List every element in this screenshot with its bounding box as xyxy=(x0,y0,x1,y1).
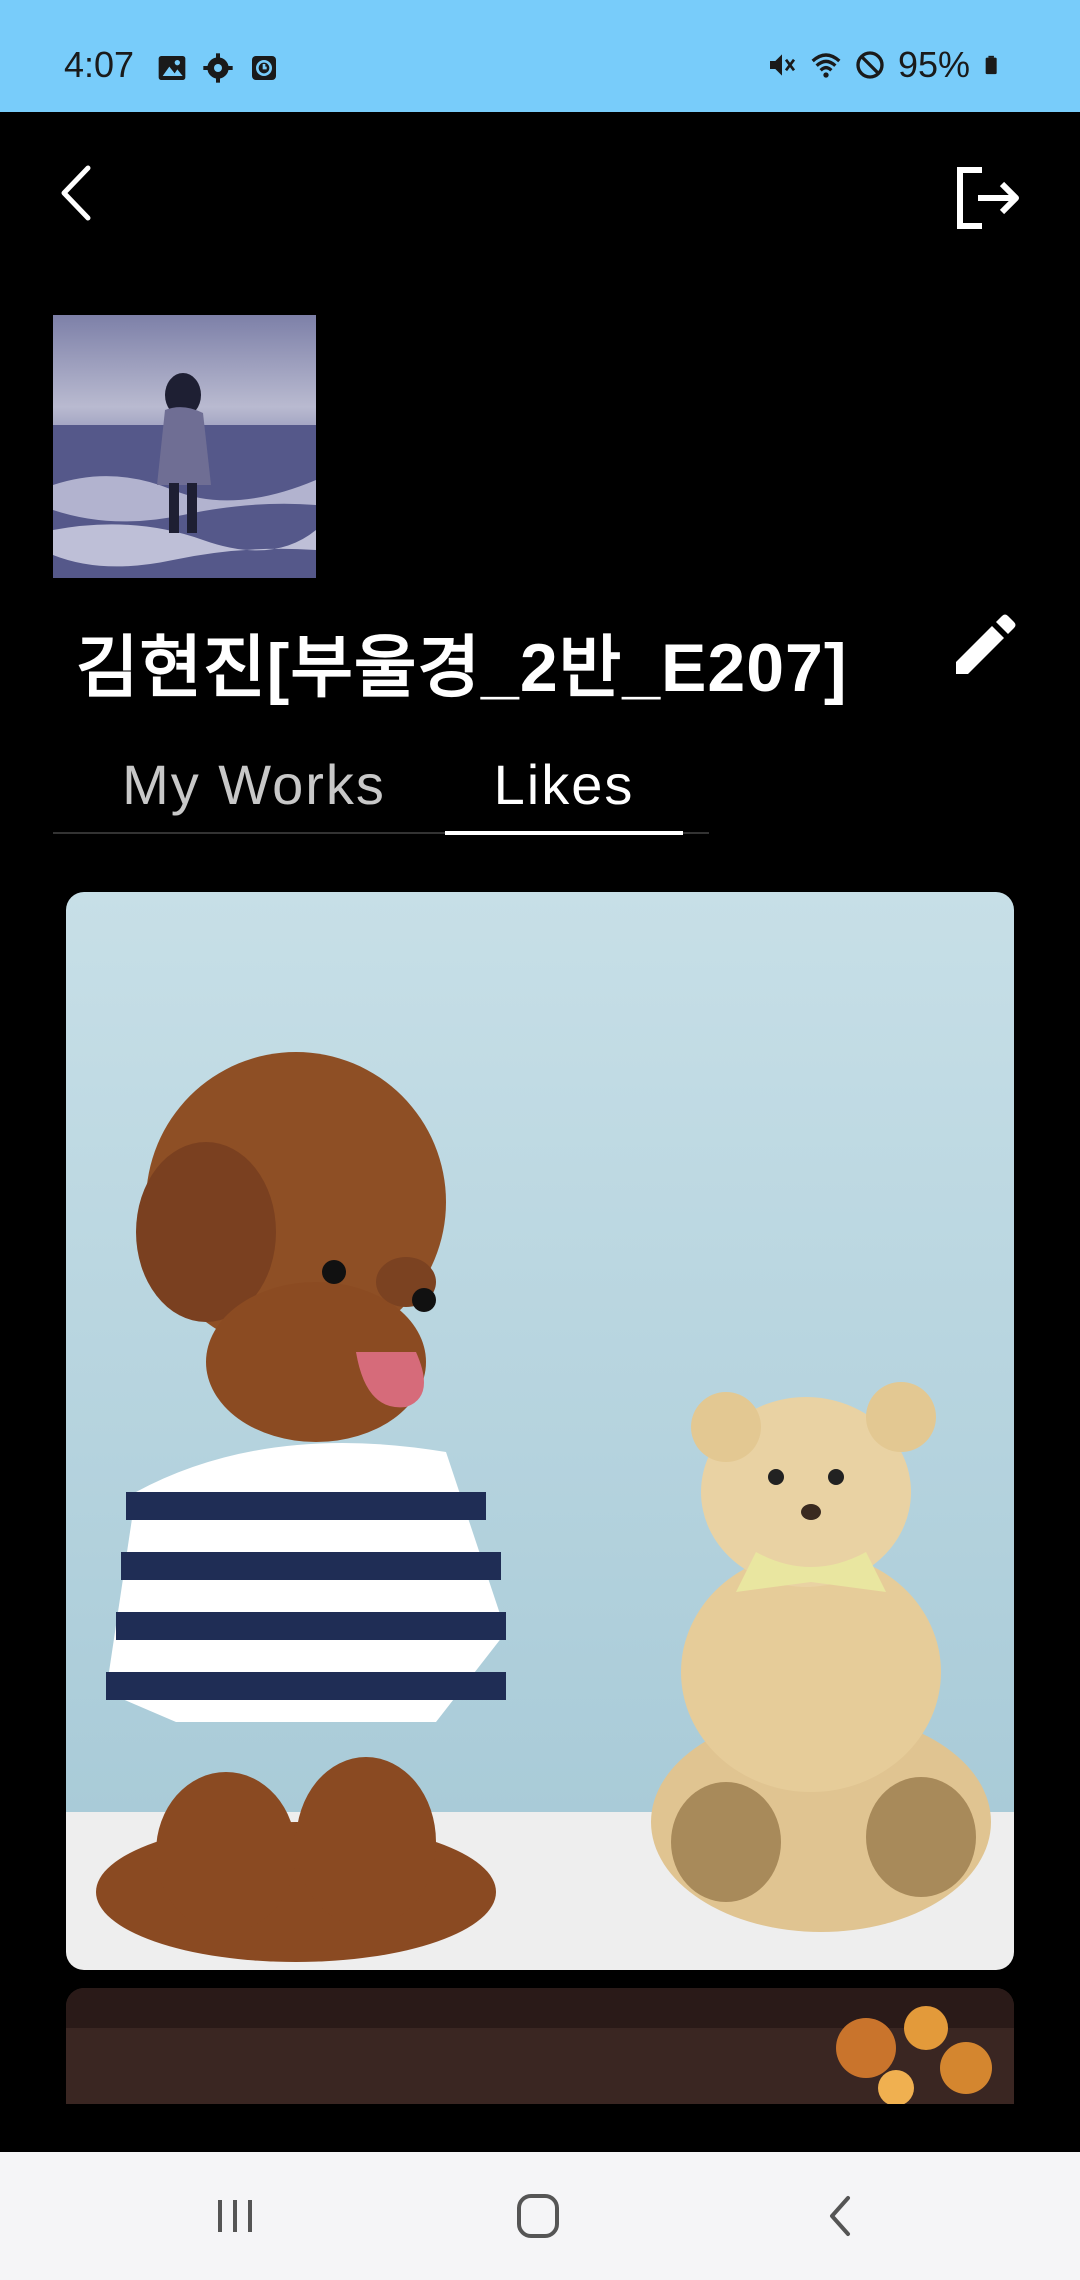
settings-icon xyxy=(203,53,233,83)
status-bar: 4:07 95% xyxy=(0,0,1080,112)
home-icon xyxy=(517,2194,559,2238)
pencil-icon xyxy=(956,614,1016,674)
home-button[interactable] xyxy=(503,2186,573,2246)
back-icon xyxy=(830,2196,850,2236)
mute-icon xyxy=(769,54,796,76)
liked-image[interactable] xyxy=(66,892,1014,1970)
battery-percent: 95% xyxy=(897,44,970,85)
edit-profile-button[interactable] xyxy=(950,610,1020,680)
logout-button[interactable] xyxy=(952,164,1024,232)
recent-apps-button[interactable] xyxy=(200,2186,270,2246)
avatar-image xyxy=(53,315,316,578)
do-not-disturb-icon xyxy=(856,51,884,79)
gallery-icon xyxy=(158,56,186,80)
back-nav-button[interactable] xyxy=(806,2186,876,2246)
status-time: 4:07 xyxy=(64,44,135,85)
profile-tabs: My Works Likes xyxy=(53,752,709,835)
tab-my-works[interactable]: My Works xyxy=(109,752,399,830)
status-left-icons xyxy=(156,52,280,84)
partial-image xyxy=(66,1988,1014,2104)
chevron-left-icon xyxy=(61,165,91,221)
status-right: 95% xyxy=(766,44,1004,86)
recent-apps-icon xyxy=(218,2200,252,2232)
battery-icon xyxy=(985,55,997,75)
back-button[interactable] xyxy=(52,158,102,228)
system-nav-bar xyxy=(0,2152,1080,2280)
dog-and-teddy-bear-image xyxy=(66,892,1014,1970)
avatar[interactable] xyxy=(53,315,316,578)
liked-image-partial[interactable] xyxy=(66,1988,1014,2104)
tab-likes[interactable]: Likes xyxy=(445,752,683,830)
profile-screen: 김현진[부울경_2반_E207] My Works Likes xyxy=(0,112,1080,2152)
username: 김현진[부울경_2반_E207] xyxy=(76,630,848,706)
wifi-icon xyxy=(811,53,841,78)
logout-icon xyxy=(957,167,1019,229)
clock-icon xyxy=(252,56,276,80)
active-tab-indicator xyxy=(445,831,683,835)
